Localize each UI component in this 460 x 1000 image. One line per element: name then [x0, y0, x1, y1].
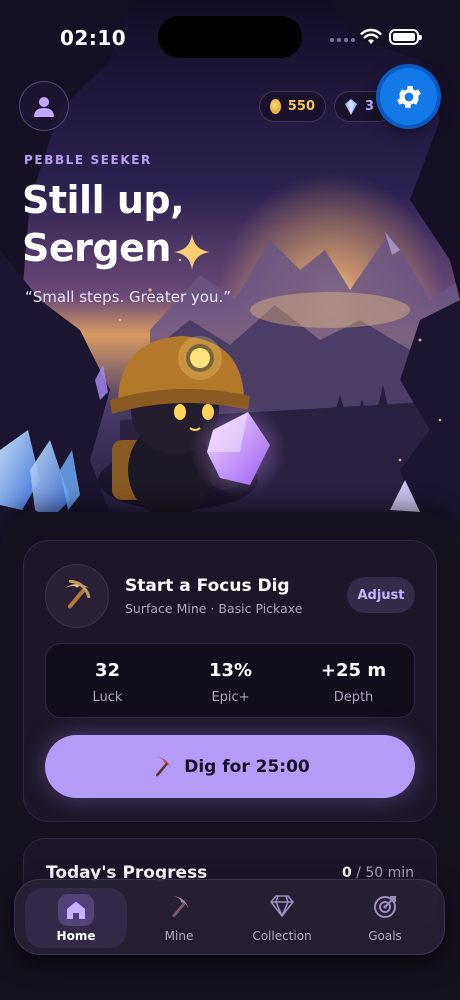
- dynamic-island: [158, 16, 302, 58]
- coin-count: 550: [287, 99, 315, 114]
- tab-label: Mine: [164, 929, 194, 943]
- stat-label: Epic+: [211, 690, 250, 705]
- greeting-line-2: Sergen: [22, 226, 171, 270]
- profile-avatar-button[interactable]: [19, 81, 69, 131]
- home-screen: 02:10 550 3 PEBBLE SEEKER Still up, Serg…: [0, 0, 460, 1000]
- coin-icon: [270, 99, 281, 114]
- cellular-signal-icon: [330, 38, 355, 42]
- pickaxe-icon: [172, 896, 189, 918]
- dig-start-button[interactable]: Dig for 25:00: [45, 735, 415, 798]
- stat-label: Depth: [333, 690, 374, 705]
- status-time: 02:10: [60, 26, 127, 50]
- pickaxe-icon: [65, 579, 91, 609]
- dig-stats: 32 Luck 13% Epic+ +25 m Depth: [45, 643, 415, 718]
- target-icon: [374, 896, 396, 918]
- tab-collection[interactable]: Collection: [231, 888, 333, 948]
- gem-icon: [345, 98, 357, 115]
- stat-value: +25 m: [320, 660, 387, 681]
- diamond-icon: [270, 895, 294, 917]
- stat-luck: 32 Luck: [46, 644, 169, 719]
- stat-depth: +25 m Depth: [292, 644, 415, 719]
- battery-icon: [389, 29, 422, 45]
- bottom-tab-bar: Home Mine Collection Goals: [14, 879, 445, 955]
- tab-mine[interactable]: Mine: [128, 888, 230, 948]
- pickaxe-icon: [156, 756, 172, 776]
- tab-goals[interactable]: Goals: [334, 888, 436, 948]
- stat-label: Luck: [92, 690, 123, 705]
- tab-home[interactable]: Home: [25, 888, 127, 948]
- adjust-button[interactable]: Adjust: [347, 577, 415, 613]
- status-bar: 02:10: [0, 0, 460, 70]
- stat-value: 13%: [208, 660, 253, 681]
- tab-label: Home: [56, 929, 96, 943]
- eyebrow-label: PEBBLE SEEKER: [24, 153, 152, 167]
- user-icon: [34, 97, 54, 117]
- dig-start-label: Dig for 25:00: [184, 756, 310, 777]
- focus-dig-title: Start a Focus Dig: [125, 576, 290, 596]
- settings-button[interactable]: [380, 68, 437, 125]
- greeting-heading: Still up, Sergen: [22, 176, 185, 272]
- sparkle-icon: [174, 234, 210, 270]
- tab-label: Collection: [252, 929, 312, 943]
- motivational-quote: “Small steps. Greater you.”: [25, 288, 232, 306]
- tab-label: Goals: [368, 929, 402, 943]
- stat-epic: 13% Epic+: [169, 644, 292, 719]
- coin-balance[interactable]: 550: [259, 91, 326, 122]
- greeting-line-1: Still up,: [22, 178, 185, 222]
- focus-dig-subtitle: Surface Mine · Basic Pickaxe: [125, 601, 303, 616]
- gem-count: 3: [365, 99, 375, 114]
- pickaxe-badge: [45, 564, 109, 628]
- wifi-icon: [360, 28, 382, 44]
- home-icon: [58, 894, 94, 926]
- stat-value: 32: [94, 660, 121, 681]
- gear-icon: [396, 85, 421, 108]
